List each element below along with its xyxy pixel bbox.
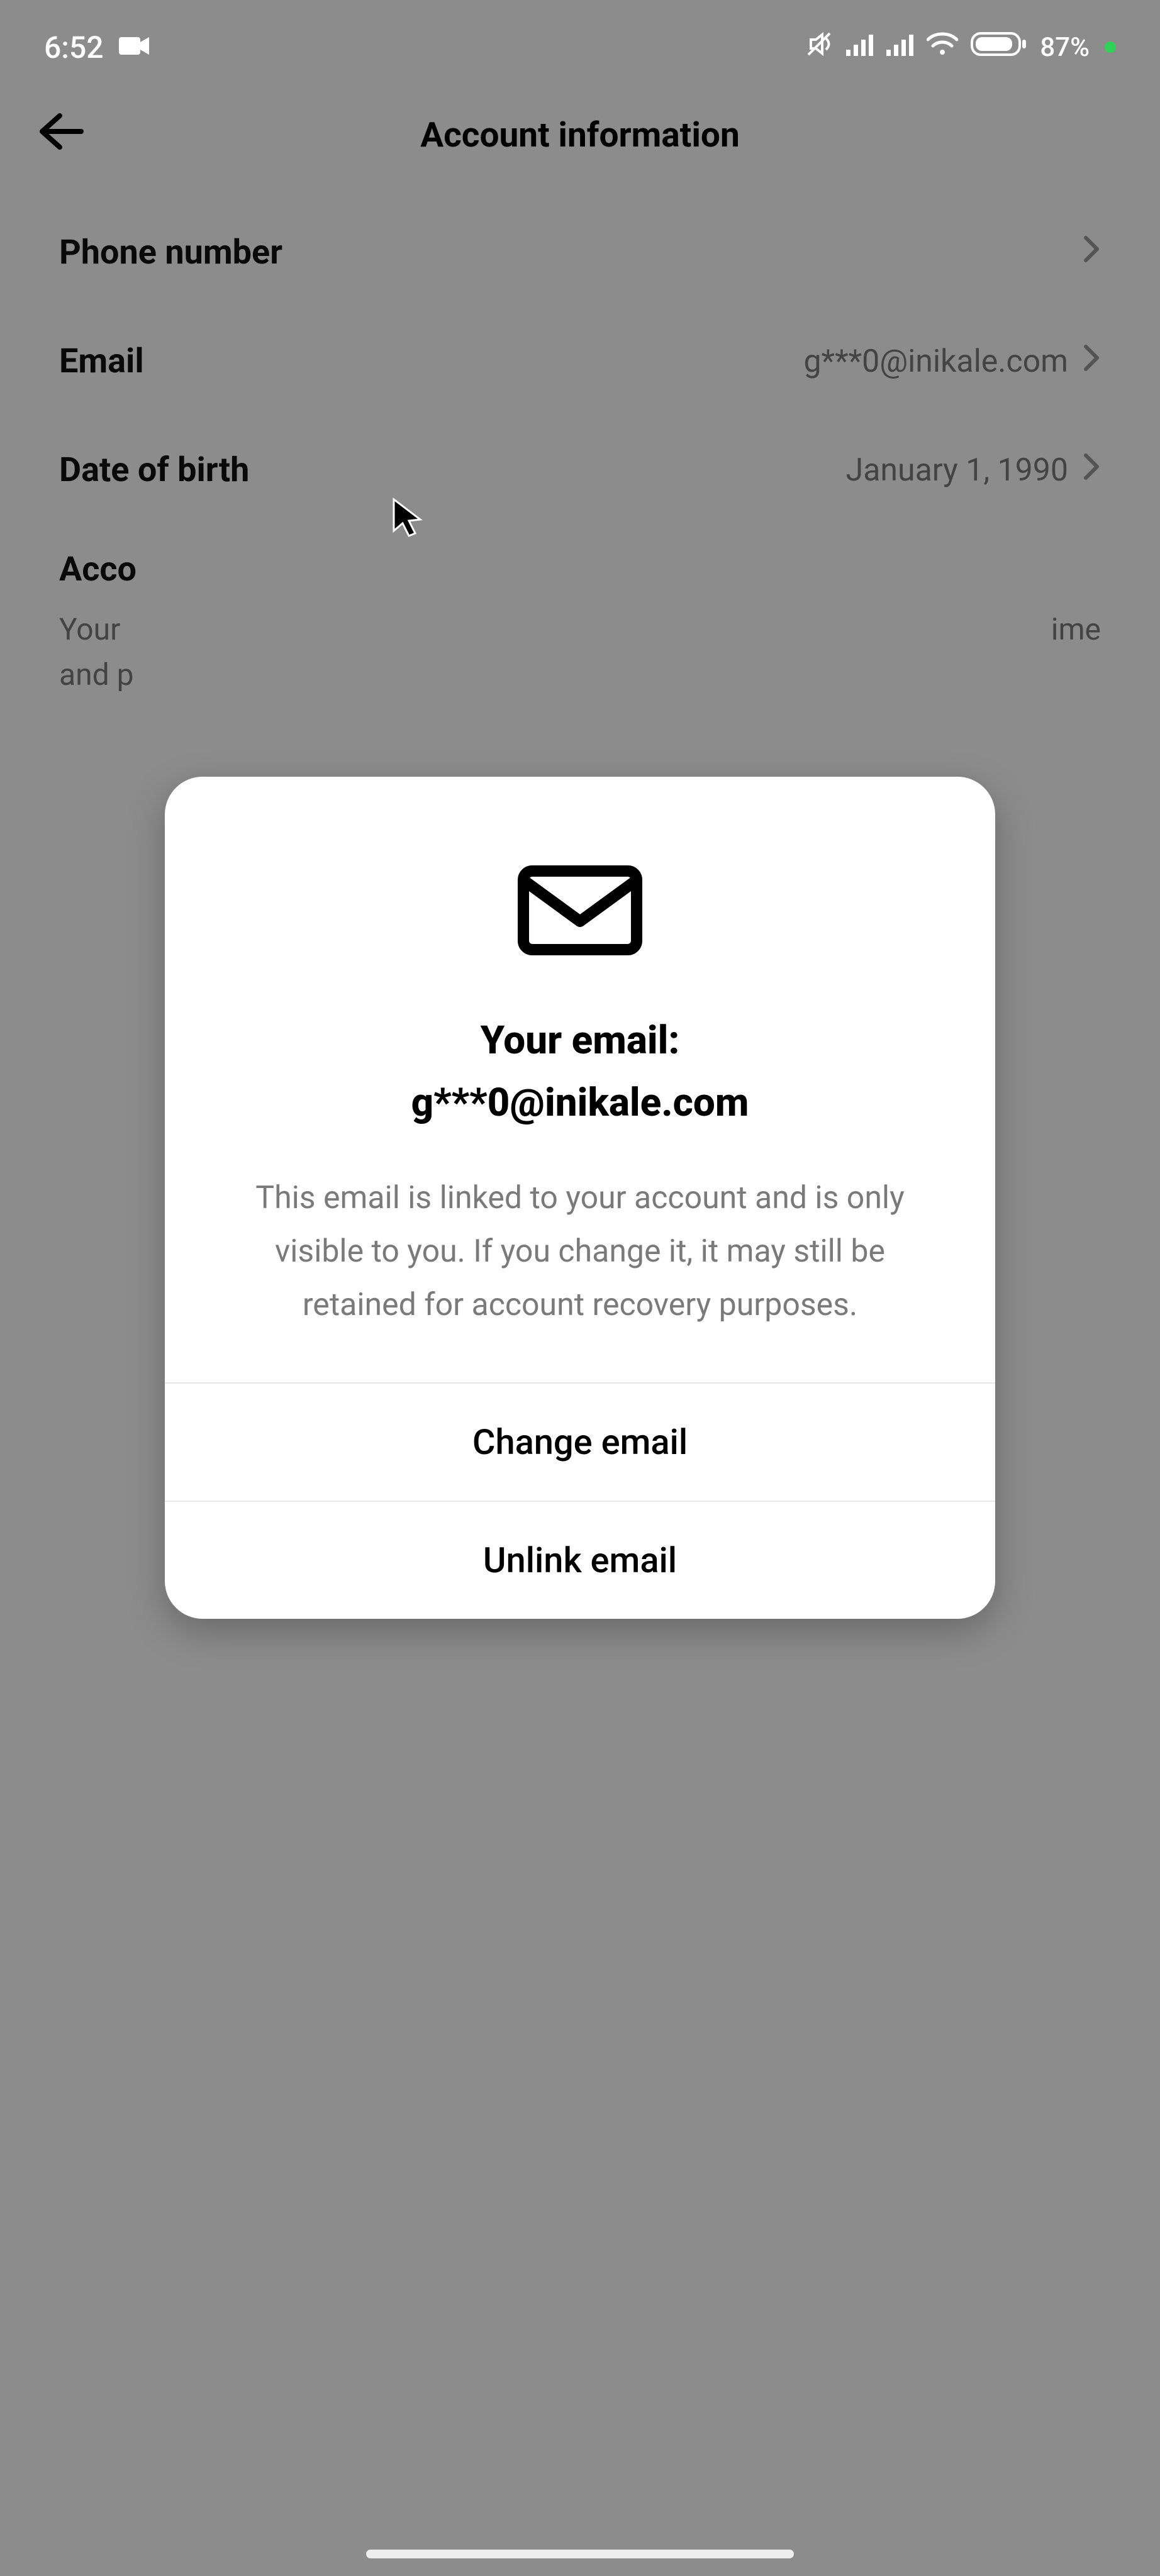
signal-2-icon [886, 32, 914, 63]
cursor-icon [390, 497, 425, 543]
battery-icon [971, 31, 1027, 64]
signal-1-icon [846, 32, 874, 63]
status-time: 6:52 [44, 30, 104, 65]
modal-title: Your email: g***0@inikale.com [234, 1009, 926, 1134]
modal-description: This email is linked to your account and… [234, 1172, 926, 1332]
unlink-email-button[interactable]: Unlink email [165, 1501, 995, 1619]
activity-indicator-icon [1105, 42, 1116, 53]
envelope-icon [517, 858, 643, 959]
video-recording-icon [119, 32, 150, 63]
home-indicator[interactable] [366, 2550, 794, 2558]
status-bar: 6:52 87% [0, 0, 1160, 94]
mute-icon [805, 30, 834, 65]
change-email-button[interactable]: Change email [165, 1382, 995, 1501]
battery-percent: 87% [1040, 32, 1090, 63]
email-modal: Your email: g***0@inikale.com This email… [165, 777, 995, 1619]
wifi-icon [927, 32, 958, 63]
